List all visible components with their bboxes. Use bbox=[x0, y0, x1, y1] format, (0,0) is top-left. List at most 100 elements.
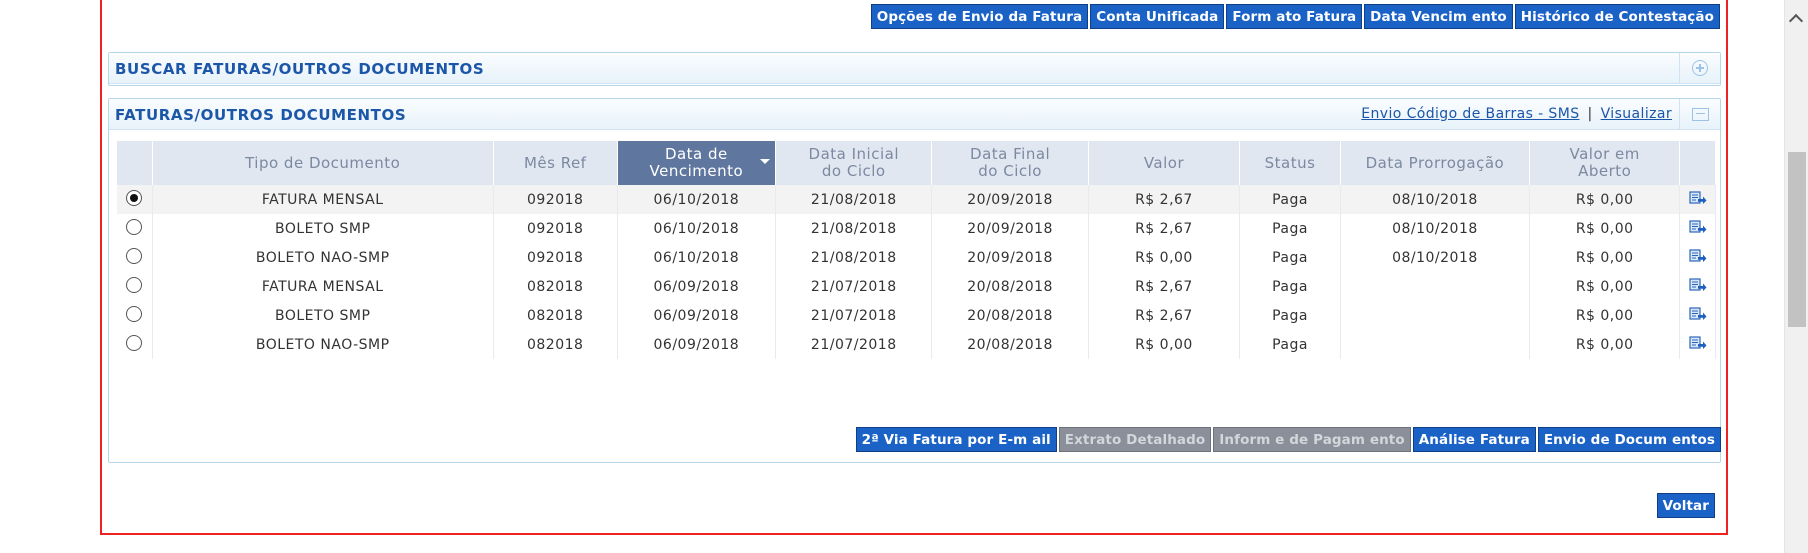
row-radio[interactable] bbox=[126, 218, 143, 235]
cell-final: 20/08/2018 bbox=[931, 330, 1089, 359]
collapse-panel-control[interactable] bbox=[1679, 99, 1720, 129]
table-row[interactable]: BOLETO NAO-SMP 082018 06/09/2018 21/07/2018… bbox=[117, 330, 1716, 359]
column-header-prorrogacao[interactable]: Data Prorrogação bbox=[1340, 141, 1530, 185]
second-copy-email-button[interactable]: 2ª Via Fatura por E-m ail bbox=[855, 427, 1057, 452]
cell-inicial: 21/08/2018 bbox=[775, 243, 933, 272]
open-document-icon[interactable] bbox=[1689, 190, 1707, 205]
cell-inicial: 21/07/2018 bbox=[775, 330, 933, 359]
detailed-statement-button[interactable]: Extrato Detalhado bbox=[1058, 427, 1212, 452]
cell-final: 20/09/2018 bbox=[931, 214, 1089, 243]
cell-valor: R$ 2,67 bbox=[1088, 185, 1241, 214]
invoice-delivery-options-button[interactable]: Opções de Envio da Fatura bbox=[870, 4, 1089, 29]
cell-valor: R$ 2,67 bbox=[1088, 272, 1241, 301]
table-row[interactable]: FATURA MENSAL 092018 06/10/2018 21/08/2018 2… bbox=[117, 185, 1716, 214]
table-row[interactable]: BOLETO NAO-SMP 092018 06/10/2018 21/08/2018… bbox=[117, 243, 1716, 272]
column-header-aberto[interactable]: Valor em Aberto bbox=[1529, 141, 1681, 185]
sort-desc-icon bbox=[760, 159, 771, 164]
table-row[interactable]: FATURA MENSAL 082018 06/09/2018 21/07/2018 2… bbox=[117, 272, 1716, 301]
open-document-icon[interactable] bbox=[1689, 219, 1707, 234]
cell-vencimento: 06/10/2018 bbox=[617, 214, 777, 243]
cell-final: 20/09/2018 bbox=[931, 185, 1089, 214]
column-header-inicial[interactable]: Data Inicial do Ciclo bbox=[775, 141, 933, 185]
cell-aberto: R$ 0,00 bbox=[1529, 330, 1681, 359]
column-header-final[interactable]: Data Final do Ciclo bbox=[931, 141, 1089, 185]
table-row[interactable]: BOLETO SMP 092018 06/10/2018 21/08/2018 20/0… bbox=[117, 214, 1716, 243]
expand-panel-control[interactable] bbox=[1679, 53, 1720, 83]
cell-mes-ref: 092018 bbox=[493, 214, 618, 243]
cell-mes-ref: 082018 bbox=[493, 301, 618, 330]
cell-status: Paga bbox=[1239, 214, 1341, 243]
select-column-header bbox=[117, 141, 153, 185]
actions-column-header bbox=[1679, 141, 1716, 185]
row-select-cell bbox=[117, 243, 153, 272]
cell-mes-ref: 092018 bbox=[493, 243, 618, 272]
cell-prorrogacao bbox=[1340, 330, 1530, 359]
column-header-status[interactable]: Status bbox=[1239, 141, 1341, 185]
row-select-cell bbox=[117, 185, 153, 214]
row-action-cell bbox=[1679, 330, 1716, 359]
header-links: Envio Código de Barras - SMS | Visualizar bbox=[1361, 106, 1672, 122]
open-document-icon[interactable] bbox=[1689, 335, 1707, 350]
scroll-up-arrow-icon[interactable] bbox=[1788, 13, 1804, 29]
back-button[interactable]: Voltar bbox=[1656, 493, 1715, 518]
bottom-action-bar: 2ª Via Fatura por E-m ail Extrato Detalh… bbox=[855, 427, 1721, 452]
cell-valor: R$ 0,00 bbox=[1088, 243, 1241, 272]
cell-aberto: R$ 0,00 bbox=[1529, 301, 1681, 330]
due-date-button[interactable]: Data Vencim ento bbox=[1364, 4, 1513, 29]
invoices-table: Tipo de Documento Mês Ref Data de Vencime… bbox=[117, 141, 1716, 359]
row-radio[interactable] bbox=[126, 334, 143, 351]
column-header-tipo[interactable]: Tipo de Documento bbox=[152, 141, 494, 185]
cell-tipo: FATURA MENSAL bbox=[152, 272, 494, 301]
row-select-cell bbox=[117, 214, 153, 243]
content-frame: Opções de Envio da Fatura Conta Unificad… bbox=[100, 0, 1728, 535]
expand-icon[interactable] bbox=[1692, 60, 1708, 76]
cell-prorrogacao: 08/10/2018 bbox=[1340, 185, 1530, 214]
column-header-mes-ref[interactable]: Mês Ref bbox=[493, 141, 618, 185]
unified-account-button[interactable]: Conta Unificada bbox=[1090, 4, 1225, 29]
send-documents-button[interactable]: Envio de Docum entos bbox=[1537, 427, 1721, 452]
cell-inicial: 21/08/2018 bbox=[775, 214, 933, 243]
vertical-scrollbar[interactable] bbox=[1784, 0, 1808, 553]
cell-vencimento: 06/10/2018 bbox=[617, 243, 777, 272]
cell-vencimento: 06/09/2018 bbox=[617, 301, 777, 330]
collapse-icon[interactable] bbox=[1691, 107, 1709, 121]
cell-vencimento: 06/10/2018 bbox=[617, 185, 777, 214]
column-header-valor[interactable]: Valor bbox=[1088, 141, 1241, 185]
open-document-icon[interactable] bbox=[1689, 306, 1707, 321]
row-radio[interactable] bbox=[126, 276, 143, 293]
row-action-cell bbox=[1679, 301, 1716, 330]
invoices-panel-title: FATURAS/OUTROS DOCUMENTOS bbox=[115, 106, 407, 124]
open-document-icon[interactable] bbox=[1689, 248, 1707, 263]
row-action-cell bbox=[1679, 185, 1716, 214]
cell-status: Paga bbox=[1239, 272, 1341, 301]
scrollbar-thumb[interactable] bbox=[1788, 152, 1806, 327]
invoice-format-button[interactable]: Form ato Fatura bbox=[1226, 4, 1363, 29]
row-radio[interactable] bbox=[126, 305, 143, 322]
cell-aberto: R$ 0,00 bbox=[1529, 214, 1681, 243]
table-row[interactable]: BOLETO SMP 082018 06/09/2018 21/07/2018 20/0… bbox=[117, 301, 1716, 330]
payment-report-button[interactable]: Inform e de Pagam ento bbox=[1213, 427, 1411, 452]
cell-inicial: 21/07/2018 bbox=[775, 272, 933, 301]
invoices-panel: FATURAS/OUTROS DOCUMENTOS Envio Código d… bbox=[108, 98, 1721, 463]
cell-inicial: 21/08/2018 bbox=[775, 185, 933, 214]
cell-tipo: BOLETO NAO-SMP bbox=[152, 243, 494, 272]
cell-vencimento: 06/09/2018 bbox=[617, 330, 777, 359]
column-header-vencimento[interactable]: Data de Vencimento bbox=[617, 141, 777, 185]
row-select-cell bbox=[117, 330, 153, 359]
view-link[interactable]: Visualizar bbox=[1601, 106, 1672, 122]
cell-valor: R$ 0,00 bbox=[1088, 330, 1241, 359]
barcode-sms-link[interactable]: Envio Código de Barras - SMS bbox=[1361, 106, 1579, 122]
dispute-history-button[interactable]: Histórico de Contestação bbox=[1514, 4, 1720, 29]
cell-final: 20/09/2018 bbox=[931, 243, 1089, 272]
row-action-cell bbox=[1679, 243, 1716, 272]
cell-final: 20/08/2018 bbox=[931, 301, 1089, 330]
row-radio[interactable] bbox=[126, 247, 143, 264]
search-panel-header[interactable]: BUSCAR FATURAS/OUTROS DOCUMENTOS bbox=[109, 53, 1720, 84]
open-document-icon[interactable] bbox=[1689, 277, 1707, 292]
cell-aberto: R$ 0,00 bbox=[1529, 243, 1681, 272]
cell-mes-ref: 092018 bbox=[493, 185, 618, 214]
row-select-cell bbox=[117, 272, 153, 301]
cell-prorrogacao: 08/10/2018 bbox=[1340, 214, 1530, 243]
invoice-analysis-button[interactable]: Análise Fatura bbox=[1412, 427, 1536, 452]
row-radio[interactable] bbox=[126, 189, 143, 206]
